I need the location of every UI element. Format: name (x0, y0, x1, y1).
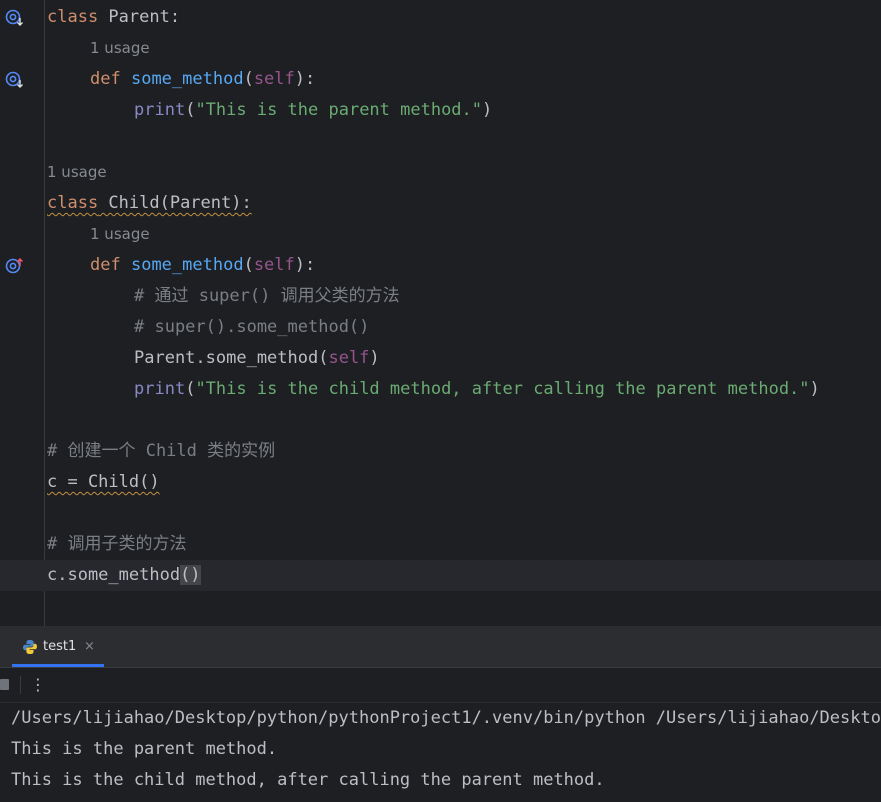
overridden-method-icon[interactable] (5, 9, 25, 27)
run-tab-bar: test1 × (0, 627, 881, 668)
builtin: print (134, 379, 186, 399)
method-call: Parent.some_method( (134, 348, 329, 368)
usage-hint[interactable]: 1 usage (47, 157, 107, 188)
string-literal: "This is the parent method." (195, 100, 483, 120)
self-param: self (253, 255, 295, 275)
code-line[interactable]: print("This is the parent method.") (0, 95, 881, 126)
paren: ( (185, 379, 196, 399)
class-name: Child(Parent): (98, 193, 252, 213)
usage-hint-line: 1 usage (0, 157, 881, 188)
active-tab-indicator (12, 664, 104, 667)
code-line[interactable]: class Child(Parent): (0, 188, 881, 219)
usage-hint-line: 1 usage (0, 33, 881, 64)
overriding-method-icon[interactable] (5, 257, 25, 275)
method-call: c.some_method (47, 565, 181, 585)
keyword: class (47, 193, 99, 213)
builtin: print (134, 100, 186, 120)
code-line[interactable]: # super().some_method() (0, 312, 881, 343)
console-output[interactable]: /Users/lijiahao/Desktop/python/pythonPro… (0, 703, 881, 802)
usage-hint[interactable]: 1 usage (90, 33, 150, 64)
tab-test1[interactable]: test1 × (12, 627, 104, 667)
self-param: self (328, 348, 370, 368)
console-line: /Users/lijiahao/Desktop/python/pythonPro… (11, 708, 881, 728)
toolbar-separator (20, 676, 21, 694)
paren-highlight: () (180, 565, 201, 585)
paren: ) (482, 100, 493, 120)
keyword: def (90, 69, 121, 89)
function-name: some_method (130, 255, 244, 275)
class-name: Parent: (98, 7, 181, 27)
code-line[interactable]: def some_method(self): (0, 64, 881, 95)
stop-icon[interactable] (0, 679, 9, 690)
string-literal: "This is the child method, after calling… (195, 379, 810, 399)
code-line[interactable]: Parent.some_method(self) (0, 343, 881, 374)
run-toolbar: ⋮ (0, 668, 881, 703)
close-icon[interactable]: × (84, 627, 95, 667)
python-icon (23, 640, 37, 654)
usage-hint-line: 1 usage (0, 219, 881, 250)
code-editor[interactable]: class Parent: 1 usage def some_method(se… (0, 0, 881, 626)
function-name: some_method (130, 69, 244, 89)
overridden-method-icon[interactable] (5, 71, 25, 89)
comment: # 调用子类的方法 (47, 534, 187, 554)
self-param: self (253, 69, 295, 89)
usage-hint[interactable]: 1 usage (90, 219, 150, 250)
paren: ) (809, 379, 820, 399)
console-line: This is the child method, after calling … (11, 770, 605, 790)
code-line[interactable]: c = Child() (0, 467, 881, 498)
code-line[interactable]: # 调用子类的方法 (0, 529, 881, 560)
comment: # 通过 super() 调用父类的方法 (134, 286, 400, 306)
paren: ( (243, 69, 254, 89)
paren: ): (294, 69, 316, 89)
comment: # 创建一个 Child 类的实例 (47, 441, 276, 461)
paren: ): (294, 255, 316, 275)
code-line[interactable]: class Parent: (0, 2, 881, 33)
more-options-icon[interactable]: ⋮ (30, 668, 46, 702)
code-line[interactable]: print("This is the child method, after c… (0, 374, 881, 405)
code-line[interactable]: # 通过 super() 调用父类的方法 (0, 281, 881, 312)
current-code-line[interactable]: c.some_method() (0, 560, 881, 591)
tab-label: test1 (43, 639, 77, 654)
assignment: c = Child() (47, 472, 160, 492)
keyword: class (47, 7, 99, 27)
code-line[interactable]: # 创建一个 Child 类的实例 (0, 436, 881, 467)
code-line[interactable]: def some_method(self): (0, 250, 881, 281)
console-line: This is the parent method. (11, 739, 278, 759)
comment: # super().some_method() (134, 317, 370, 337)
run-panel: test1 × ⋮ /Users/lijiahao/Desktop/python… (0, 626, 881, 802)
paren: ) (369, 348, 380, 368)
paren: ( (185, 100, 196, 120)
paren: ( (243, 255, 254, 275)
keyword: def (90, 255, 121, 275)
